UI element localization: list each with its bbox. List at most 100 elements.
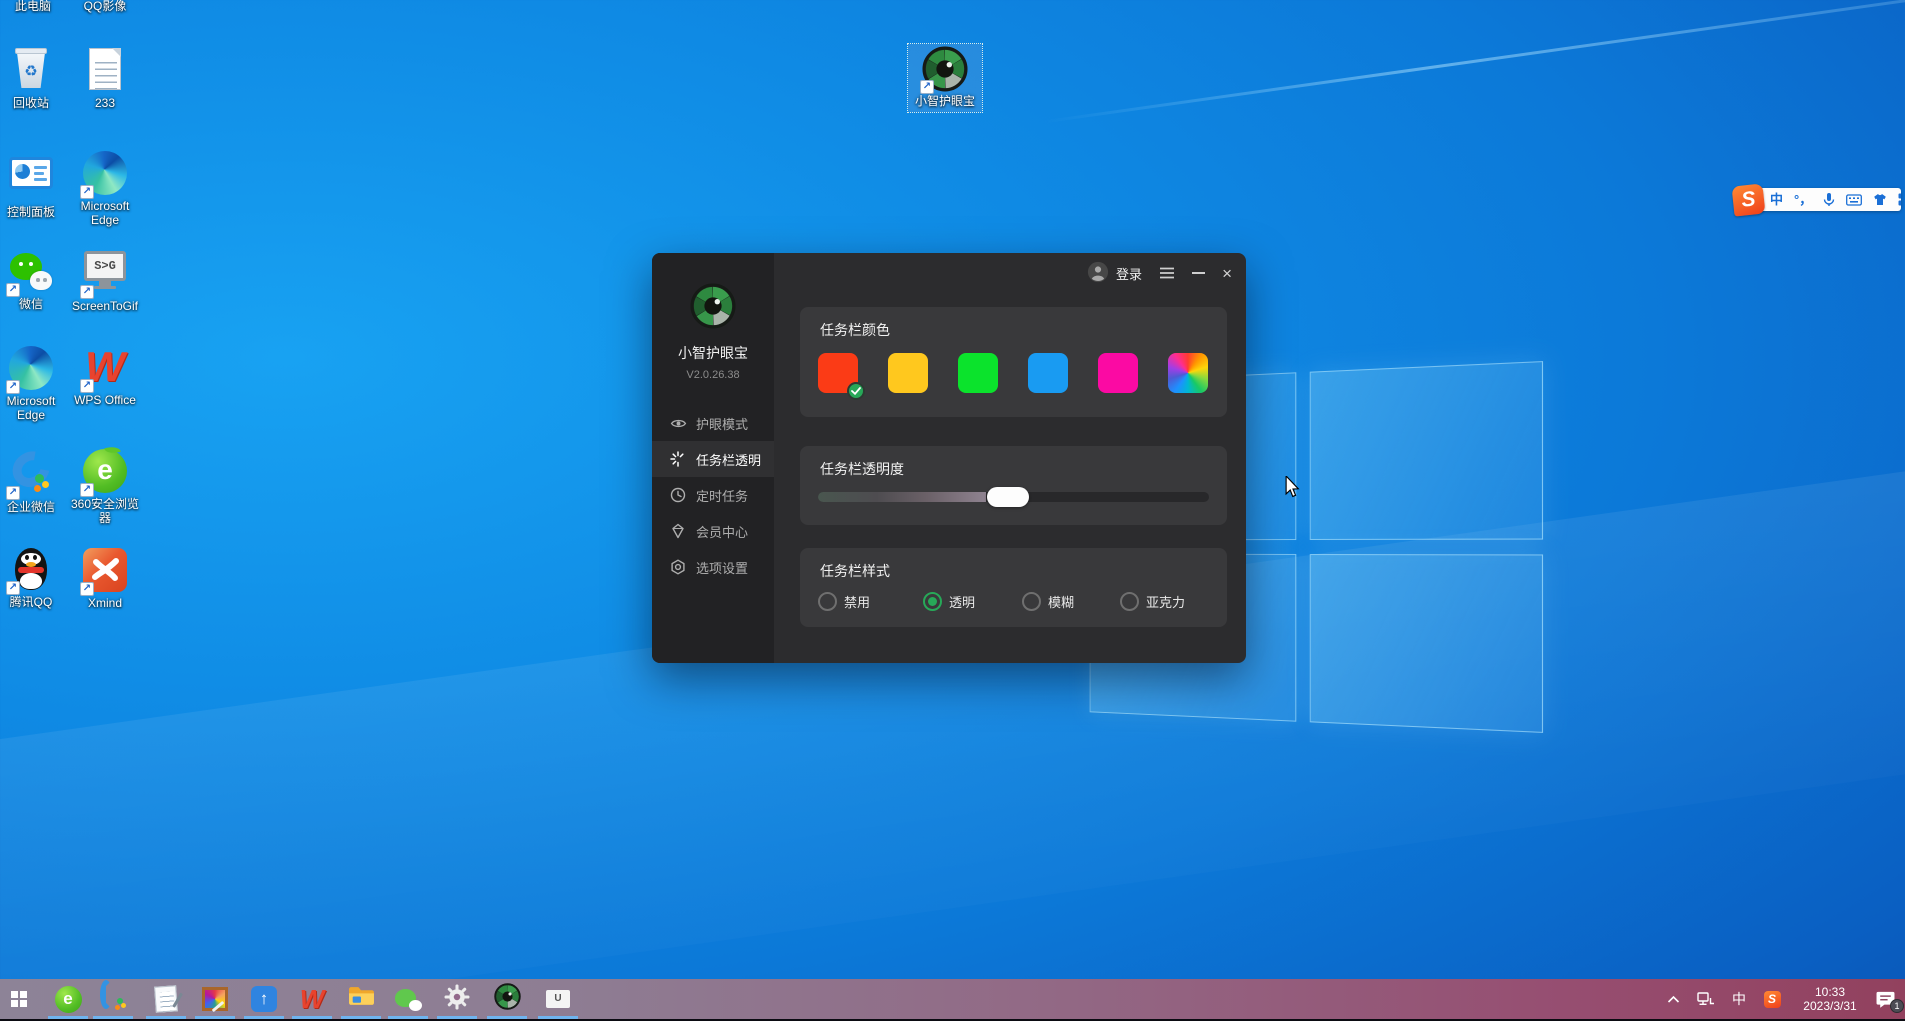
taskbar-360-browser[interactable]: e [46, 979, 90, 1019]
color-swatch-red[interactable] [818, 353, 858, 393]
desktop-icon-edge-1[interactable]: ↗ Microsoft Edge [65, 150, 145, 227]
desktop-icon-wps-office[interactable]: W ↗ WPS Office [65, 345, 145, 408]
radio-disable[interactable]: 禁用 [818, 592, 870, 611]
taskbar-file-explorer[interactable] [339, 979, 383, 1019]
settings-nut-icon [670, 559, 687, 576]
color-swatch-yellow[interactable] [888, 353, 928, 393]
eyecare-app-window: 小智护眼宝 V2.0.26.38 护眼模式 任务栏透明 定时任务 [652, 253, 1246, 663]
desktop-icon-label: 360安全浏览器 [65, 498, 145, 525]
desktop-icon-233-doc[interactable]: 233 [65, 46, 145, 111]
window-titlebar: 登录 × [774, 253, 1246, 293]
eyecare-app-icon: ↗ [922, 46, 968, 92]
desktop-icon-wechat[interactable]: ↗ 微信 [0, 249, 71, 312]
menu-button[interactable] [1159, 267, 1175, 279]
login-button[interactable]: 登录 [1087, 261, 1142, 286]
sidebar-item-label: 选项设置 [696, 558, 748, 577]
gear-icon [444, 984, 470, 1015]
desktop-icon-control-panel[interactable]: 控制面板 [0, 150, 71, 220]
sidebar-item-eye-mode[interactable]: 护眼模式 [652, 405, 774, 441]
shortcut-arrow-icon: ↗ [80, 582, 94, 596]
desktop-icon-recycle-bin[interactable]: ♻ 回收站 [0, 46, 71, 111]
ime-keyboard-icon[interactable] [1846, 194, 1862, 206]
sogou-logo-icon[interactable]: S [1732, 183, 1766, 216]
opacity-slider[interactable] [818, 492, 1209, 502]
login-label: 登录 [1116, 264, 1142, 283]
desktop-icon-edge-2[interactable]: ↗ Microsoft Edge [0, 345, 71, 422]
screentogif-icon: S>G ↗ [82, 251, 128, 297]
color-swatch-green[interactable] [958, 353, 998, 393]
start-button[interactable] [0, 979, 41, 1019]
360-browser-icon: e [55, 986, 82, 1013]
sidebar-item-taskbar-transparency[interactable]: 任务栏透明 [652, 441, 774, 477]
tray-sogou-icon[interactable]: S [1760, 991, 1784, 1008]
radio-circle [1022, 592, 1041, 611]
console-app-icon: U [546, 990, 570, 1008]
shortcut-arrow-icon: ↗ [80, 483, 94, 497]
taskbar-wechat-work[interactable] [91, 979, 135, 1019]
color-swatch-rainbow[interactable] [1168, 353, 1208, 393]
radio-blur[interactable]: 模糊 [1022, 592, 1074, 611]
sidebar-item-label: 定时任务 [696, 486, 748, 505]
taskbar-wechat[interactable] [386, 979, 430, 1019]
taskbar-console-app[interactable]: U [536, 979, 580, 1019]
tray-date: 2023/3/31 [1797, 999, 1863, 1013]
ime-skin-icon[interactable] [1873, 193, 1887, 206]
notification-badge: 1 [1890, 999, 1904, 1013]
taskbar-settings[interactable] [435, 979, 479, 1019]
desktop-icon-tencent-qq[interactable]: ↗ 腾讯QQ [0, 547, 71, 610]
ime-punctuation-toggle[interactable]: °， [1794, 193, 1812, 206]
ime-mic-icon[interactable] [1823, 192, 1835, 207]
selected-check-icon [847, 382, 865, 400]
tray-time: 10:33 [1797, 985, 1863, 999]
taskbar-image-viewer[interactable] [193, 979, 237, 1019]
radio-transparent[interactable]: 透明 [923, 592, 975, 611]
desktop-icon-xmind[interactable]: ↗ Xmind [65, 547, 145, 611]
taskbar-notepad[interactable] [144, 979, 188, 1019]
taskbar-wps[interactable]: W [290, 979, 334, 1019]
ime-toolbox-icon[interactable] [1898, 193, 1901, 206]
desktop-icon-eyecare-app[interactable]: ↗ 小智护眼宝 [908, 44, 982, 112]
notification-center-button[interactable]: 1 [1873, 991, 1897, 1008]
tray-network-icon[interactable] [1694, 992, 1718, 1006]
color-swatch-blue[interactable] [1028, 353, 1068, 393]
taskbar-opacity-card: 任务栏透明度 [800, 446, 1227, 525]
radio-label: 禁用 [844, 592, 870, 611]
system-tray: 中 S 10:33 2023/3/31 1 [1661, 979, 1905, 1019]
desktop-icon-label: 微信 [0, 298, 71, 312]
sidebar-item-scheduled-tasks[interactable]: 定时任务 [652, 477, 774, 513]
app-version: V2.0.26.38 [652, 369, 774, 381]
tray-input-lang[interactable]: 中 [1727, 989, 1751, 1009]
card-title: 任务栏颜色 [820, 320, 890, 340]
sidebar-item-label: 任务栏透明 [696, 450, 761, 469]
desktop-root: { "desktop": { "icons": [ {"label": "此电脑… [0, 0, 1905, 1021]
mouse-cursor [1284, 476, 1301, 504]
radio-acrylic[interactable]: 亚克力 [1120, 592, 1185, 611]
tray-clock[interactable]: 10:33 2023/3/31 [1797, 985, 1863, 1013]
opacity-slider-thumb[interactable] [987, 487, 1029, 507]
close-button[interactable]: × [1222, 265, 1232, 282]
radio-circle-selected [923, 592, 942, 611]
tray-chevron-up-icon[interactable] [1661, 995, 1685, 1004]
desktop-icon-label: WPS Office [65, 394, 145, 408]
color-swatch-pink[interactable] [1098, 353, 1138, 393]
ime-lang-toggle[interactable]: 中 [1770, 193, 1783, 206]
desktop-icon-screentogif[interactable]: S>G ↗ ScreenToGif [65, 249, 145, 314]
minimize-button[interactable] [1192, 272, 1205, 274]
desktop-icon-qq-yingxiang[interactable]: QQ影像 [65, 0, 145, 14]
taskbar-uploader-app[interactable]: ↑ [242, 979, 286, 1019]
image-viewer-icon [202, 987, 228, 1011]
desktop-icon-this-pc[interactable]: 此电脑 [0, 0, 73, 14]
desktop-icon-wechat-work[interactable]: ↗ 企业微信 [0, 448, 71, 515]
sidebar-nav: 护眼模式 任务栏透明 定时任务 会员中心 [652, 405, 774, 585]
sidebar-item-options[interactable]: 选项设置 [652, 549, 774, 585]
eye-icon [670, 415, 687, 432]
radio-label: 模糊 [1048, 592, 1074, 611]
wechat-work-icon: ↗ [8, 452, 54, 498]
desktop-icon-360-browser[interactable]: e ↗ 360安全浏览器 [65, 448, 145, 525]
eyecare-app-icon [494, 983, 521, 1015]
sidebar-item-member-center[interactable]: 会员中心 [652, 513, 774, 549]
recycle-bin-icon: ♻ [8, 48, 54, 94]
wallpaper-light-beam [1045, 0, 1905, 123]
app-logo-icon [690, 283, 736, 329]
taskbar-eyecare-app[interactable] [485, 979, 529, 1019]
